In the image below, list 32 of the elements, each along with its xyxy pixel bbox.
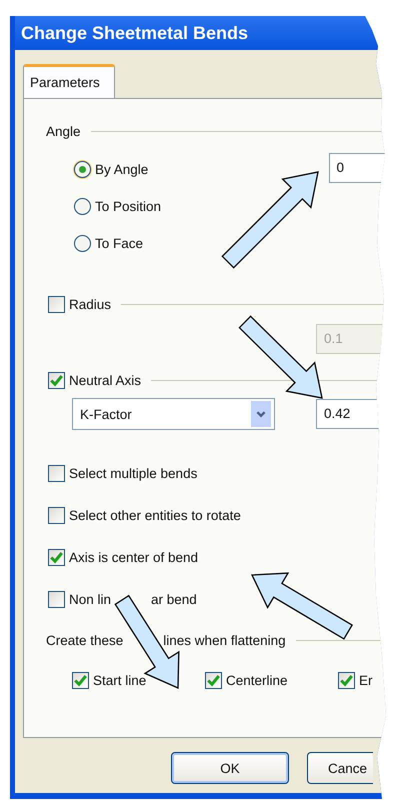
checkbox-label: Select other entities to rotate	[69, 508, 241, 522]
group-title: lines when flattening	[163, 632, 286, 648]
radio-button[interactable]	[74, 235, 91, 252]
checkbox[interactable]	[205, 672, 222, 689]
checkbox[interactable]	[338, 672, 355, 689]
radio-button[interactable]	[74, 161, 91, 178]
tab[interactable]: Parameters	[23, 64, 115, 98]
radio-button[interactable]	[74, 198, 91, 215]
checkbox[interactable]	[48, 548, 65, 566]
checkbox-label: Centerline	[226, 673, 288, 688]
checkbox-label: Start line	[93, 673, 146, 688]
group-title: Angle	[46, 124, 81, 138]
checkbox-label: ar bend	[151, 592, 197, 606]
window-title: Change Sheetmetal Bends	[21, 22, 248, 44]
dialog-button[interactable]: OK	[171, 752, 289, 784]
dropdown[interactable]: K-Factor	[72, 398, 275, 430]
checkbox-label: Axis is center of bend	[69, 550, 198, 564]
dialog-button[interactable]: Cance	[307, 752, 373, 784]
checkbox-label: Radius	[69, 296, 112, 312]
radio-label: By Angle	[95, 162, 148, 177]
checkbox[interactable]	[72, 672, 89, 689]
checkbox[interactable]	[48, 372, 65, 388]
group-title: Create these	[46, 632, 124, 648]
radio-label: To Face	[95, 236, 144, 251]
checkbox-label: Non lin	[69, 592, 112, 606]
checkbox[interactable]	[48, 506, 65, 524]
checkbox-label: Neutral Axis	[69, 372, 142, 388]
radio-label: To Position	[95, 199, 162, 214]
checkbox-label: Er	[359, 673, 372, 688]
checkbox[interactable]	[48, 590, 65, 608]
checkbox[interactable]	[48, 464, 65, 482]
checkbox-label: Select multiple bends	[69, 466, 198, 480]
